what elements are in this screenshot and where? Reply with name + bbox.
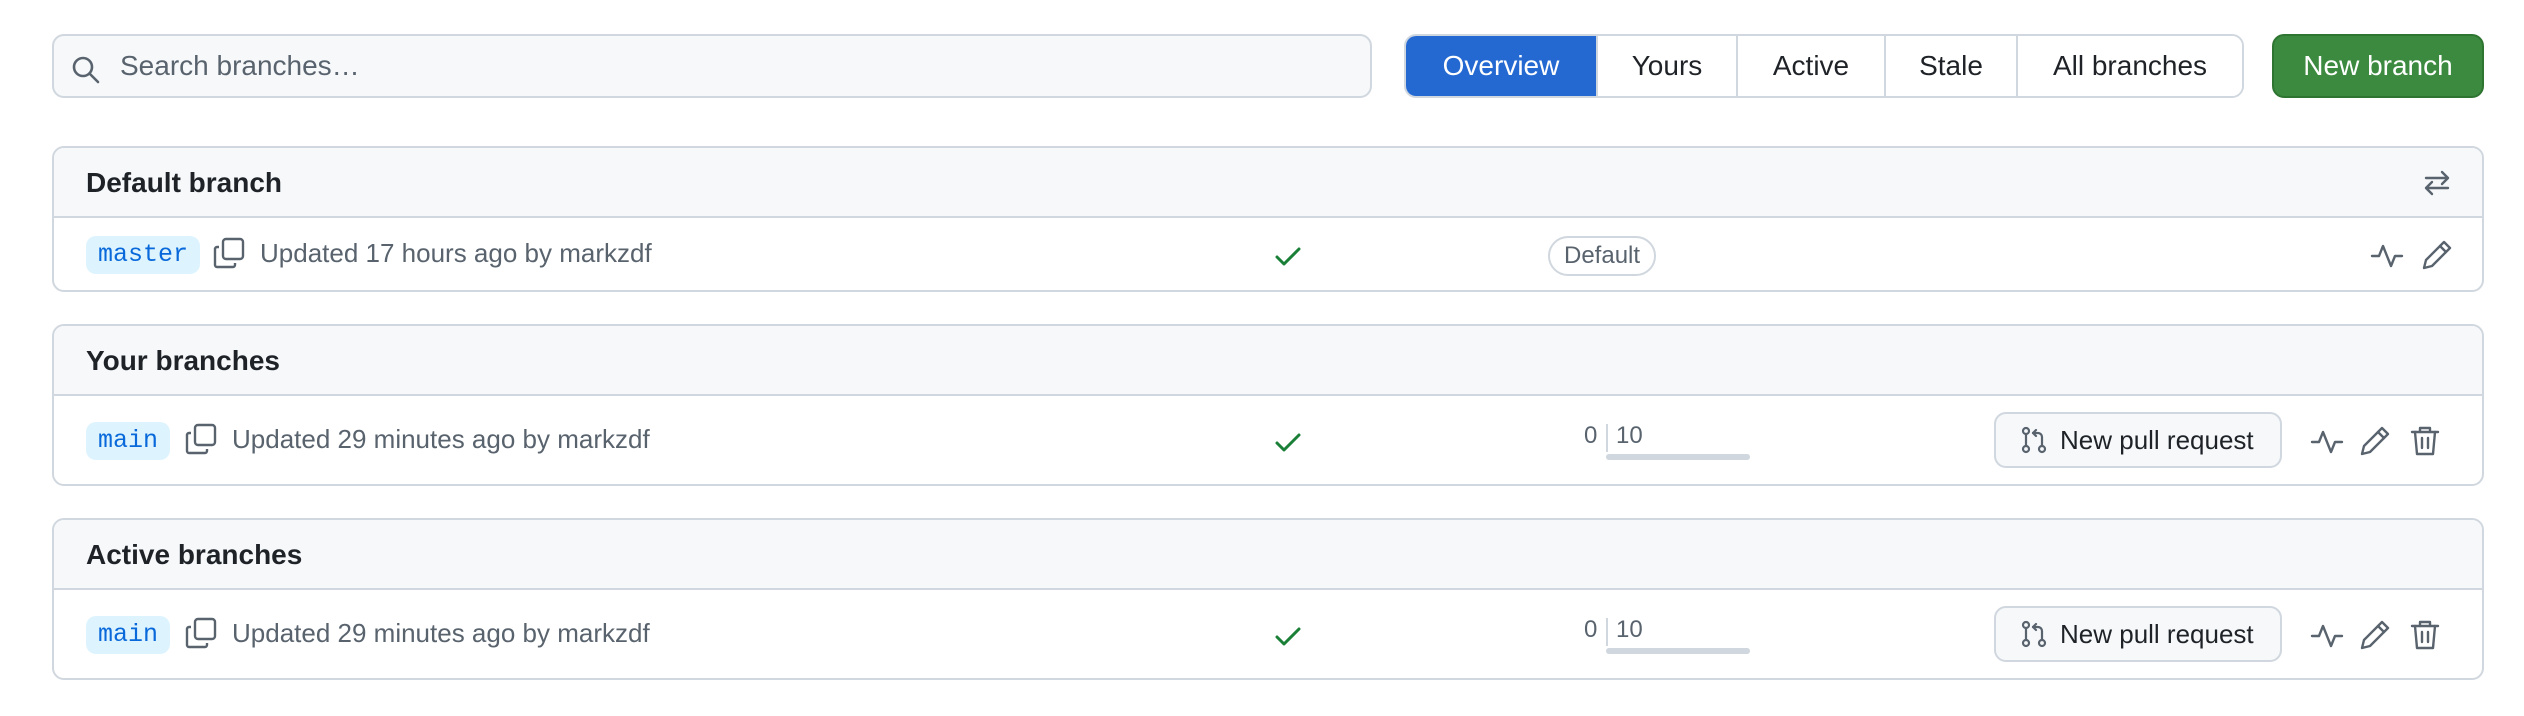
default-branch-section: Default branch master Updated 17 hours a… — [52, 146, 2484, 292]
tab-stale[interactable]: Stale — [1886, 36, 2018, 96]
behind-bar — [1606, 648, 1750, 654]
activity-icon[interactable] — [2370, 238, 2404, 272]
branch-row: master Updated 17 hours ago by markzdf D… — [54, 218, 2482, 290]
trash-icon[interactable] — [2408, 618, 2442, 652]
updated-text: Updated 29 minutes ago by markzdf — [232, 424, 650, 454]
tab-all-branches[interactable]: All branches — [2018, 36, 2242, 96]
activity-icon[interactable] — [2310, 618, 2344, 652]
new-branch-button[interactable]: New branch — [2272, 34, 2484, 98]
section-title: Active branches — [86, 539, 303, 570]
behind-bar — [1606, 454, 1750, 460]
new-pull-request-label: New pull request — [2060, 618, 2254, 649]
ahead-count: 0 — [1584, 422, 1598, 449]
copy-icon[interactable] — [212, 236, 246, 270]
search-input[interactable] — [118, 36, 1358, 96]
arrow-switch-icon[interactable] — [2420, 166, 2454, 200]
section-header: Your branches — [54, 326, 2482, 396]
git-pull-request-icon — [2021, 620, 2047, 648]
toolbar: Overview Yours Active Stale All branches… — [52, 34, 2484, 98]
branch-name[interactable]: main — [86, 422, 171, 460]
branch-name[interactable]: master — [86, 236, 201, 274]
behind-bar-fill — [1606, 454, 1750, 460]
section-title: Your branches — [86, 345, 280, 376]
branch-filter-tabs: Overview Yours Active Stale All branches — [1404, 34, 2244, 98]
search-box[interactable] — [52, 34, 1372, 98]
pencil-icon[interactable] — [2358, 618, 2392, 652]
pencil-icon[interactable] — [2358, 424, 2392, 458]
section-header: Default branch — [54, 148, 2482, 218]
tab-yours[interactable]: Yours — [1598, 36, 1738, 96]
behind-count: 10 — [1616, 422, 1643, 449]
git-pull-request-icon — [2021, 426, 2047, 454]
trash-icon[interactable] — [2408, 424, 2442, 458]
branch-row: main Updated 29 minutes ago by markzdf 0… — [54, 396, 2482, 484]
behind-bar-fill — [1606, 648, 1750, 654]
ahead-behind-divider — [1606, 618, 1608, 646]
tab-overview[interactable]: Overview — [1406, 36, 1598, 96]
updated-text: Updated 29 minutes ago by markzdf — [232, 618, 650, 648]
branches-page: Overview Yours Active Stale All branches… — [0, 0, 2524, 716]
ahead-behind-divider — [1606, 424, 1608, 452]
copy-icon[interactable] — [184, 422, 218, 456]
active-branches-section: Active branches main Updated 29 minutes … — [52, 518, 2484, 680]
your-branches-section: Your branches main Updated 29 minutes ag… — [52, 324, 2484, 486]
section-header: Active branches — [54, 520, 2482, 590]
branch-name[interactable]: main — [86, 616, 171, 654]
search-icon — [70, 54, 102, 86]
check-icon[interactable] — [1272, 426, 1304, 458]
check-icon[interactable] — [1272, 240, 1304, 272]
branch-row: main Updated 29 minutes ago by markzdf 0… — [54, 590, 2482, 678]
new-pull-request-label: New pull request — [2060, 424, 2254, 455]
updated-text: Updated 17 hours ago by markzdf — [260, 238, 652, 268]
copy-icon[interactable] — [184, 616, 218, 650]
pencil-icon[interactable] — [2420, 238, 2454, 272]
behind-count: 10 — [1616, 616, 1643, 643]
new-pull-request-button[interactable]: New pull request — [1994, 412, 2282, 468]
new-pull-request-button[interactable]: New pull request — [1994, 606, 2282, 662]
activity-icon[interactable] — [2310, 424, 2344, 458]
ahead-count: 0 — [1584, 616, 1598, 643]
default-badge: Default — [1548, 236, 1657, 276]
section-title: Default branch — [86, 167, 283, 198]
check-icon[interactable] — [1272, 620, 1304, 652]
tab-active[interactable]: Active — [1738, 36, 1886, 96]
